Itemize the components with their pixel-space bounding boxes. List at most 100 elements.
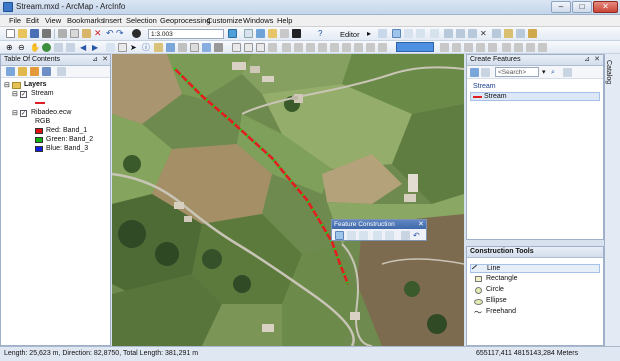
- align-icon[interactable]: [476, 43, 485, 52]
- menu-file[interactable]: File: [9, 16, 21, 25]
- create-features-autohide-icon[interactable]: ⊿: [583, 56, 591, 64]
- flicker-icon[interactable]: [538, 43, 547, 52]
- menu-selection[interactable]: Selection: [126, 16, 157, 25]
- list-by-selection-icon[interactable]: [42, 67, 51, 76]
- menu-customize[interactable]: Customize: [207, 16, 242, 25]
- georeferencing-icon[interactable]: [502, 43, 511, 52]
- blue-band-swatch[interactable]: [35, 146, 43, 152]
- draw-tool-icon[interactable]: [282, 43, 291, 52]
- data-view-icon[interactable]: [244, 43, 253, 52]
- end-point-arc-icon[interactable]: [404, 29, 413, 38]
- maximize-button[interactable]: □: [572, 1, 592, 13]
- toc-options-icon[interactable]: [57, 67, 66, 76]
- menu-insert[interactable]: Insert: [103, 16, 122, 25]
- measure-icon[interactable]: [166, 43, 175, 52]
- pan-icon[interactable]: ✋: [30, 43, 40, 52]
- tool-circle[interactable]: Circle: [470, 286, 600, 295]
- search-icon[interactable]: ⌕: [551, 68, 560, 77]
- editor-toolbar-icon[interactable]: [228, 29, 237, 38]
- feature-construction-title[interactable]: Feature Construction: [332, 220, 426, 229]
- menu-help[interactable]: Help: [277, 16, 292, 25]
- toc-close-icon[interactable]: ✕: [101, 56, 109, 64]
- forward-extent-icon[interactable]: ▶: [92, 43, 101, 52]
- edit-tool-icon[interactable]: ▸: [367, 29, 376, 38]
- map-view[interactable]: Feature Construction ✕ ↶: [112, 54, 464, 346]
- html-popup-icon[interactable]: [190, 43, 199, 52]
- outline-color-icon[interactable]: [440, 43, 449, 52]
- feature-construction-close-icon[interactable]: ✕: [418, 220, 426, 229]
- save-icon[interactable]: [30, 29, 39, 38]
- open-folder-icon[interactable]: [18, 29, 27, 38]
- italic-icon[interactable]: [366, 43, 375, 52]
- point-icon[interactable]: [430, 29, 439, 38]
- bold-icon[interactable]: [354, 43, 363, 52]
- back-extent-icon[interactable]: ◀: [80, 43, 89, 52]
- identify-icon[interactable]: ⓘ: [142, 43, 151, 52]
- organize-templates-icon[interactable]: [470, 68, 479, 77]
- split-tool-icon[interactable]: ✕: [480, 29, 489, 38]
- minimize-button[interactable]: –: [551, 1, 571, 13]
- delete-icon[interactable]: ✕: [94, 29, 103, 38]
- stream-template-item[interactable]: Stream: [470, 92, 600, 101]
- filter-icon[interactable]: [481, 68, 490, 77]
- edit-vertices-icon[interactable]: [444, 29, 453, 38]
- layers-label[interactable]: Layers: [24, 81, 47, 88]
- time-slider-icon[interactable]: [202, 43, 211, 52]
- drawing-marker-icon[interactable]: [342, 43, 351, 52]
- tool-ellipse[interactable]: Ellipse: [470, 297, 600, 306]
- viewer-window-icon[interactable]: [214, 43, 223, 52]
- swipe-icon[interactable]: [526, 43, 535, 52]
- full-extent-icon[interactable]: [42, 43, 51, 52]
- layer-name-stream[interactable]: Stream: [31, 90, 54, 97]
- reshape-icon[interactable]: [456, 29, 465, 38]
- fc-trace-icon[interactable]: [359, 231, 368, 240]
- zoom-in-icon[interactable]: ⊕: [6, 43, 15, 52]
- tool-freehand[interactable]: 〜 Freehand: [470, 308, 600, 317]
- print-icon[interactable]: [42, 29, 51, 38]
- fc-undo-icon[interactable]: ↶: [413, 231, 422, 240]
- red-band-swatch[interactable]: [35, 128, 43, 134]
- catalog-window-icon[interactable]: [256, 29, 265, 38]
- menu-windows[interactable]: Windows: [243, 16, 273, 25]
- trace-icon[interactable]: [416, 29, 425, 38]
- table-icon[interactable]: [244, 29, 253, 38]
- search-window-icon[interactable]: [268, 29, 277, 38]
- text-tool-icon[interactable]: [294, 43, 303, 52]
- effects-icon[interactable]: [514, 43, 523, 52]
- list-by-source-icon[interactable]: [18, 67, 27, 76]
- paste-icon[interactable]: [82, 29, 91, 38]
- hyperlink-icon[interactable]: [178, 43, 187, 52]
- fc-straight-segment-icon[interactable]: [335, 231, 344, 240]
- template-search-input[interactable]: <Search>: [495, 67, 539, 77]
- map-scale-combo[interactable]: 1:3.003: [148, 29, 224, 39]
- arctoolbox-icon[interactable]: [280, 29, 289, 38]
- ribadeo-expander[interactable]: ⊟: [12, 109, 18, 117]
- drawing-line-icon[interactable]: [330, 43, 339, 52]
- sketch-properties-icon[interactable]: [516, 29, 525, 38]
- menu-edit[interactable]: Edit: [26, 16, 39, 25]
- create-features-close-icon[interactable]: ✕: [593, 56, 601, 64]
- select-features-icon[interactable]: [106, 43, 115, 52]
- arrange-icon[interactable]: [464, 43, 473, 52]
- clear-selection-icon[interactable]: [118, 43, 127, 52]
- new-document-icon[interactable]: [6, 29, 15, 38]
- straight-segment-icon[interactable]: [392, 29, 401, 38]
- toc-autohide-icon[interactable]: ⊿: [91, 56, 99, 64]
- cut-polygons-icon[interactable]: [468, 29, 477, 38]
- select-elements-icon[interactable]: ➤: [130, 43, 139, 52]
- fc-parallel-icon[interactable]: [373, 231, 382, 240]
- search-dropdown-icon[interactable]: ▾: [542, 68, 551, 77]
- list-by-drawing-order-icon[interactable]: [6, 67, 15, 76]
- redo-icon[interactable]: ↷: [116, 29, 125, 38]
- fixed-zoom-in-icon[interactable]: [54, 43, 63, 52]
- layout-view-icon[interactable]: [232, 43, 241, 52]
- python-window-icon[interactable]: [292, 29, 301, 38]
- rotate-icon[interactable]: [492, 29, 501, 38]
- fc-end-point-arc-icon[interactable]: [347, 231, 356, 240]
- layer-name-ribadeo[interactable]: Ribadeo.ecw: [31, 109, 71, 116]
- add-data-icon[interactable]: [132, 29, 141, 38]
- fc-finish-sketch-icon[interactable]: [401, 231, 410, 240]
- stream-visibility-checkbox[interactable]: ✓: [20, 91, 27, 98]
- stream-symbol-swatch[interactable]: [35, 102, 45, 104]
- close-button[interactable]: ✕: [593, 1, 618, 13]
